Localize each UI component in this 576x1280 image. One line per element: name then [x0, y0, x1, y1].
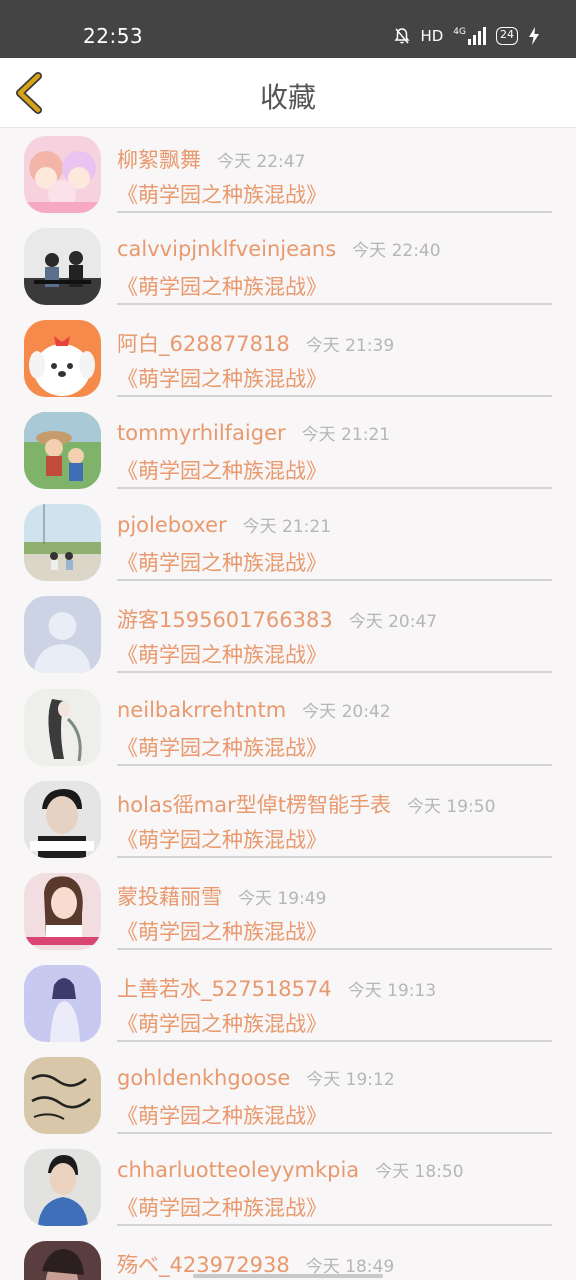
user-name[interactable]: 游客1595601766383	[117, 604, 333, 634]
user-name[interactable]: gohldenkhgoose	[117, 1066, 290, 1090]
divider	[117, 947, 552, 950]
user-name[interactable]: 上善若水_527518574	[117, 973, 332, 1003]
divider	[117, 1131, 552, 1134]
list-item[interactable]: neilbakrrehtntm 今天 20:42 《萌学园之种族混战》	[0, 681, 576, 773]
user-name[interactable]: neilbakrrehtntm	[117, 698, 286, 722]
list-item[interactable]: pjoleboxer 今天 21:21 《萌学园之种族混战》	[0, 496, 576, 588]
divider	[117, 395, 552, 398]
avatar[interactable]	[24, 1241, 101, 1280]
user-name[interactable]: calvvipjnklfveinjeans	[117, 237, 336, 261]
divider	[117, 671, 552, 674]
divider	[117, 763, 552, 766]
favorites-list: 柳絮飘舞 今天 22:47 《萌学园之种族混战》 calvvipjnklfvei…	[0, 128, 576, 1280]
timestamp: 今天 20:42	[302, 701, 391, 722]
list-item[interactable]: chharluotteoleyymkpia 今天 18:50 《萌学园之种族混战…	[0, 1141, 576, 1233]
status-time: 22:53	[83, 24, 144, 48]
book-title[interactable]: 《萌学园之种族混战》	[117, 547, 327, 577]
book-title[interactable]: 《萌学园之种族混战》	[117, 732, 327, 762]
book-title[interactable]: 《萌学园之种族混战》	[117, 455, 327, 485]
avatar[interactable]	[24, 504, 101, 582]
timestamp: 今天 19:12	[306, 1069, 395, 1090]
user-name[interactable]: chharluotteoleyymkpia	[117, 1158, 359, 1182]
divider	[117, 1224, 552, 1227]
list-item[interactable]: tommyrhilfaiger 今天 21:21 《萌学园之种族混战》	[0, 404, 576, 496]
book-title[interactable]: 《萌学园之种族混战》	[117, 824, 327, 854]
divider	[117, 303, 552, 306]
list-item[interactable]: 游客1595601766383 今天 20:47 《萌学园之种族混战》	[0, 588, 576, 680]
timestamp: 今天 18:50	[375, 1162, 464, 1183]
avatar[interactable]	[24, 412, 101, 490]
divider	[117, 487, 552, 490]
book-title[interactable]: 《萌学园之种族混战》	[117, 639, 327, 669]
user-name[interactable]: tommyrhilfaiger	[117, 421, 286, 445]
avatar[interactable]	[24, 688, 101, 766]
divider	[117, 211, 552, 213]
timestamp: 今天 21:39	[305, 336, 395, 357]
book-title[interactable]: 《萌学园之种族混战》	[117, 1100, 327, 1130]
charging-bolt-icon	[529, 27, 539, 45]
battery-icon: 24	[496, 27, 518, 45]
book-title[interactable]: 《萌学园之种族混战》	[117, 271, 327, 301]
user-name[interactable]: holas徭mar型倬t楞智能手表	[117, 789, 391, 819]
user-name[interactable]: 阿白_628877818	[117, 328, 290, 358]
book-title[interactable]: 《萌学园之种族混战》	[117, 179, 327, 209]
user-name[interactable]: 柳絮飘舞	[117, 144, 201, 174]
user-name[interactable]: pjoleboxer	[117, 513, 227, 537]
avatar[interactable]	[24, 596, 101, 674]
timestamp: 今天 21:21	[242, 517, 332, 538]
avatar[interactable]	[24, 964, 101, 1042]
app-header: 收藏	[0, 58, 576, 128]
avatar[interactable]	[24, 228, 101, 306]
list-item[interactable]: holas徭mar型倬t楞智能手表 今天 19:50 《萌学园之种族混战》	[0, 773, 576, 865]
timestamp: 今天 22:40	[352, 241, 441, 262]
signal-icon: 4G	[453, 27, 486, 45]
avatar[interactable]	[24, 872, 101, 950]
divider	[117, 855, 552, 858]
timestamp: 今天 19:50	[407, 796, 496, 817]
list-item[interactable]: gohldenkhgoose 今天 19:12 《萌学园之种族混战》	[0, 1049, 576, 1141]
book-title[interactable]: 《萌学园之种族混战》	[117, 1192, 327, 1222]
timestamp: 今天 22:47	[217, 152, 306, 172]
home-indicator[interactable]	[193, 1274, 383, 1278]
user-name[interactable]: 蒙投藉丽雪	[117, 881, 222, 911]
timestamp: 今天 21:21	[301, 425, 391, 446]
timestamp: 今天 20:47	[348, 612, 438, 633]
list-item[interactable]: 蒙投藉丽雪 今天 19:49 《萌学园之种族混战》	[0, 865, 576, 957]
timestamp: 今天 19:49	[238, 888, 327, 909]
bell-muted-icon	[394, 28, 410, 44]
list-item[interactable]: 殇ベ_423972938 今天 18:49	[0, 1233, 576, 1280]
book-title[interactable]: 《萌学园之种族混战》	[117, 916, 327, 946]
avatar[interactable]	[24, 320, 101, 398]
list-item[interactable]: 阿白_628877818 今天 21:39 《萌学园之种族混战》	[0, 312, 576, 404]
divider	[117, 579, 552, 582]
book-title[interactable]: 《萌学园之种族混战》	[117, 1008, 327, 1038]
network-label: HD	[420, 27, 444, 45]
divider	[117, 1039, 552, 1042]
avatar[interactable]	[24, 1056, 101, 1134]
list-item[interactable]: calvvipjnklfveinjeans 今天 22:40 《萌学园之种族混战…	[0, 220, 576, 312]
book-title[interactable]: 《萌学园之种族混战》	[117, 363, 327, 393]
list-item[interactable]: 柳絮飘舞 今天 22:47 《萌学园之种族混战》	[0, 128, 576, 220]
avatar[interactable]	[24, 1149, 101, 1227]
page-title: 收藏	[259, 81, 316, 114]
list-item[interactable]: 上善若水_527518574 今天 19:13 《萌学园之种族混战》	[0, 957, 576, 1049]
avatar[interactable]	[24, 780, 101, 858]
timestamp: 今天 19:13	[347, 980, 437, 1001]
status-bar: 22:53 HD 4G 24	[0, 0, 576, 58]
status-icons: HD 4G 24	[394, 24, 540, 48]
avatar[interactable]	[24, 136, 101, 213]
